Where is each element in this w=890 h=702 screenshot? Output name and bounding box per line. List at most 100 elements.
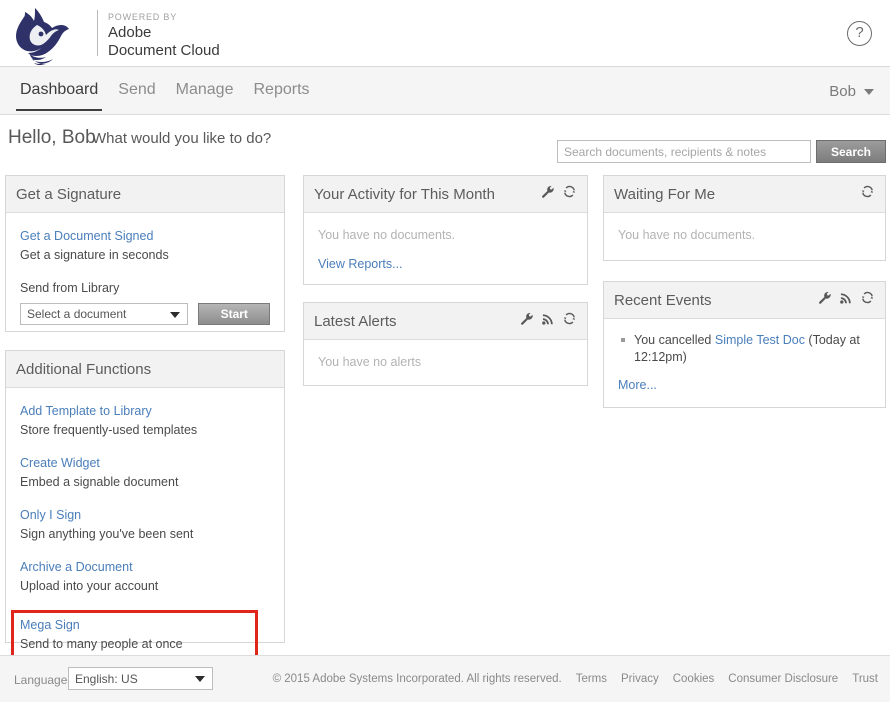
event-prefix: You cancelled xyxy=(634,333,715,347)
brand-text: POWERED BY Adobe Document Cloud xyxy=(108,11,220,60)
user-menu-label: Bob xyxy=(829,82,856,100)
function-add-template: Add Template to Library Store frequently… xyxy=(20,402,270,439)
activity-empty-text: You have no documents. xyxy=(318,228,456,242)
waiting-for-me-panel: Waiting For Me You have no documents. xyxy=(603,175,886,261)
footer-links: © 2015 Adobe Systems Incorporated. All r… xyxy=(273,673,878,685)
alerts-empty-text: You have no alerts xyxy=(318,355,422,369)
main-navigation-bar: Dashboard Send Manage Reports Bob xyxy=(0,67,890,115)
refresh-icon[interactable] xyxy=(562,184,577,204)
archive-a-document-link[interactable]: Archive a Document xyxy=(20,558,270,576)
tab-dashboard[interactable]: Dashboard xyxy=(10,67,108,115)
brand-divider xyxy=(97,10,98,56)
refresh-icon[interactable] xyxy=(860,184,875,204)
list-item: You cancelled Simple Test Doc (Today at … xyxy=(618,332,871,366)
panel-icons xyxy=(860,184,875,204)
panel-title: Waiting For Me xyxy=(614,185,716,203)
language-select[interactable]: English: US xyxy=(68,667,213,690)
tab-send[interactable]: Send xyxy=(108,67,165,115)
add-template-to-library-description: Store frequently-used templates xyxy=(20,423,198,437)
function-only-i-sign: Only I Sign Sign anything you've been se… xyxy=(20,506,270,543)
page-footer: Language English: US © 2015 Adobe System… xyxy=(0,655,890,702)
search-input[interactable] xyxy=(557,140,811,163)
create-widget-description: Embed a signable document xyxy=(20,475,179,489)
panel-body: You have no documents. View Reports... xyxy=(304,213,587,285)
powered-by-label: POWERED BY xyxy=(108,12,178,22)
panel-title: Latest Alerts xyxy=(314,312,397,330)
panel-title: Recent Events xyxy=(614,291,712,309)
chevron-down-icon xyxy=(195,676,205,682)
dashboard-page: POWERED BY Adobe Document Cloud ? Dashbo… xyxy=(0,0,890,702)
document-select[interactable]: Select a document xyxy=(20,303,189,325)
mega-sign-link[interactable]: Mega Sign xyxy=(20,616,249,634)
archive-a-document-description: Upload into your account xyxy=(20,579,159,593)
recent-events-list: You cancelled Simple Test Doc (Today at … xyxy=(618,332,871,366)
search-button[interactable]: Search xyxy=(816,140,886,163)
language-select-value: English: US xyxy=(75,671,138,686)
brand-adobe-label: Adobe xyxy=(108,24,152,41)
husky-wolf-head-logo[interactable] xyxy=(6,3,78,66)
help-question-icon[interactable]: ? xyxy=(847,21,872,46)
wrench-icon[interactable] xyxy=(818,291,832,310)
mega-sign-description: Send to many people at once xyxy=(20,637,183,651)
panel-body: Add Template to Library Store frequently… xyxy=(6,388,284,670)
app-header: POWERED BY Adobe Document Cloud ? xyxy=(0,0,890,67)
copyright-text: © 2015 Adobe Systems Incorporated. All r… xyxy=(272,673,562,685)
function-mega-sign-highlighted: Mega Sign Send to many people at once xyxy=(11,610,258,660)
function-archive-document: Archive a Document Upload into your acco… xyxy=(20,558,270,595)
language-label: Language xyxy=(14,673,68,687)
brand-document-cloud-label: Document Cloud xyxy=(108,42,220,59)
rss-feed-icon[interactable] xyxy=(541,312,555,331)
get-document-signed-description: Get a signature in seconds xyxy=(20,248,169,262)
recent-events-more-link[interactable]: More... xyxy=(618,378,657,392)
tab-manage[interactable]: Manage xyxy=(166,67,244,115)
panel-body: You have no documents. xyxy=(604,213,885,257)
panel-title: Get a Signature xyxy=(16,185,122,203)
recent-events-panel: Recent Events You cancelled Simple Test … xyxy=(603,281,886,408)
send-from-library-label: Send from Library xyxy=(20,281,120,295)
panel-title: Your Activity for This Month xyxy=(314,185,495,203)
refresh-icon[interactable] xyxy=(860,290,875,310)
get-a-signature-panel: Get a Signature Get a Document Signed Ge… xyxy=(5,175,285,332)
send-from-library-row: Select a document Start xyxy=(20,303,270,325)
footer-link-consumer-disclosure[interactable]: Consumer Disclosure xyxy=(728,673,838,685)
event-document-link[interactable]: Simple Test Doc xyxy=(715,333,805,347)
footer-link-cookies[interactable]: Cookies xyxy=(673,673,715,685)
chevron-down-icon xyxy=(170,312,181,318)
panel-icons xyxy=(541,184,577,204)
your-activity-panel: Your Activity for This Month You have no… xyxy=(303,175,588,285)
footer-link-privacy[interactable]: Privacy xyxy=(621,673,659,685)
panel-header: Additional Functions xyxy=(6,351,284,388)
panel-icons xyxy=(818,290,875,310)
wrench-icon[interactable] xyxy=(520,312,534,331)
create-widget-link[interactable]: Create Widget xyxy=(20,454,270,472)
only-i-sign-description: Sign anything you've been sent xyxy=(20,527,194,541)
add-template-to-library-link[interactable]: Add Template to Library xyxy=(20,402,270,420)
view-reports-link[interactable]: View Reports... xyxy=(318,257,403,271)
panel-header: Recent Events xyxy=(604,282,885,319)
get-document-signed-link[interactable]: Get a Document Signed xyxy=(20,227,270,245)
user-menu[interactable]: Bob xyxy=(829,67,874,115)
panel-header: Your Activity for This Month xyxy=(304,176,587,213)
panel-header: Waiting For Me xyxy=(604,176,885,213)
document-select-value: Select a document xyxy=(27,307,127,321)
chevron-down-icon xyxy=(864,89,874,95)
panel-body: You cancelled Simple Test Doc (Today at … xyxy=(604,319,885,406)
panel-icons xyxy=(520,311,577,331)
only-i-sign-link[interactable]: Only I Sign xyxy=(20,506,270,524)
latest-alerts-panel: Latest Alerts You have no alerts xyxy=(303,302,588,386)
footer-link-terms[interactable]: Terms xyxy=(576,673,607,685)
nav-items: Dashboard Send Manage Reports xyxy=(10,67,320,115)
greeting-question: What would you like to do? xyxy=(92,130,272,147)
panel-header: Latest Alerts xyxy=(304,303,587,340)
tab-reports[interactable]: Reports xyxy=(243,67,319,115)
start-button[interactable]: Start xyxy=(198,303,270,325)
footer-link-trust[interactable]: Trust xyxy=(852,673,878,685)
panel-title: Additional Functions xyxy=(16,360,152,378)
refresh-icon[interactable] xyxy=(562,311,577,331)
rss-feed-icon[interactable] xyxy=(839,291,853,310)
panel-body: You have no alerts xyxy=(304,340,587,384)
greeting-hello: Hello, Bob xyxy=(8,127,96,148)
wrench-icon[interactable] xyxy=(541,185,555,204)
additional-functions-panel: Additional Functions Add Template to Lib… xyxy=(5,350,285,660)
waiting-empty-text: You have no documents. xyxy=(618,228,756,242)
